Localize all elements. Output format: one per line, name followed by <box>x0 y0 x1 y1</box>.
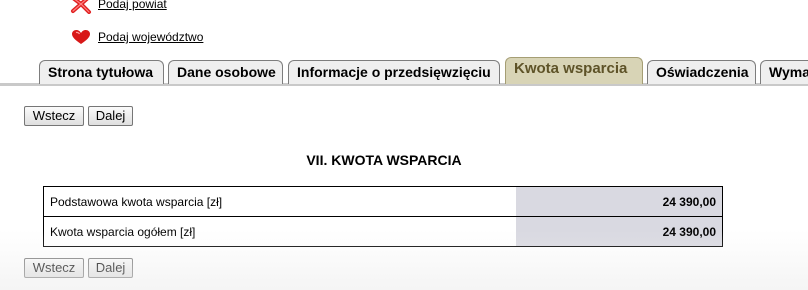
red-x-icon <box>70 0 92 14</box>
next-button-bottom[interactable]: Dalej <box>88 258 133 278</box>
row-label-total-amount: Kwota wsparcia ogółem [zł] <box>43 216 516 247</box>
red-heart-icon <box>70 27 92 47</box>
tab-kwota-wsparcia[interactable]: Kwota wsparcia <box>505 57 643 84</box>
tab-informacje-o-przedsiewzieciu[interactable]: Informacje o przedsięwzięciu <box>288 60 500 84</box>
error-hint-wojewodztwo: Podaj województwo <box>70 27 203 47</box>
row-label-basic-amount: Podstawowa kwota wsparcia [zł] <box>43 186 516 217</box>
back-button-top[interactable]: Wstecz <box>24 106 84 126</box>
row-value-total-amount: 24 390,00 <box>515 216 723 247</box>
support-amount-table: Podstawowa kwota wsparcia [zł] 24 390,00… <box>43 186 723 247</box>
error-hint-powiat: Podaj powiat <box>70 0 167 14</box>
tab-strona-tytulowa[interactable]: Strona tytułowa <box>39 60 164 84</box>
tab-bar: Strona tytułowa Dane osobowe Informacje … <box>0 56 808 86</box>
row-value-basic-amount: 24 390,00 <box>515 186 723 217</box>
error-link-powiat[interactable]: Podaj powiat <box>98 0 167 11</box>
tab-dane-osobowe[interactable]: Dane osobowe <box>168 60 283 84</box>
table-row: Podstawowa kwota wsparcia [zł] 24 390,00 <box>43 186 723 217</box>
tab-oswiadczenia[interactable]: Oświadczenia <box>647 60 756 84</box>
next-button-top[interactable]: Dalej <box>88 106 133 126</box>
section-title: VII. KWOTA WSPARCIA <box>306 152 462 168</box>
tab-wymagane-zalaczniki[interactable]: Wymagane załączniki <box>760 60 808 84</box>
table-row: Kwota wsparcia ogółem [zł] 24 390,00 <box>43 216 723 247</box>
error-link-wojewodztwo[interactable]: Podaj województwo <box>98 30 203 44</box>
back-button-bottom[interactable]: Wstecz <box>24 258 84 278</box>
